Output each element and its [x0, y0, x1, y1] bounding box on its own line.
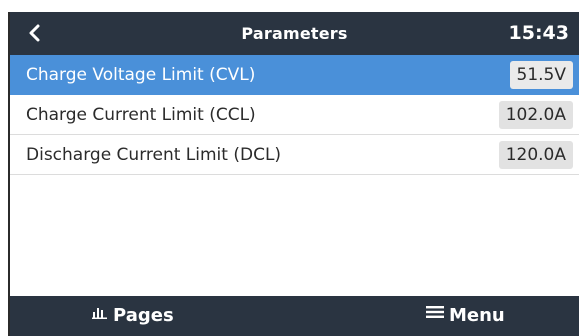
page-title: Parameters	[241, 24, 348, 43]
screen: Parameters 15:43 Charge Voltage Limit (C…	[8, 12, 579, 336]
list-item-value: 51.5V	[509, 61, 573, 89]
list-item-dcl[interactable]: Discharge Current Limit (DCL) 120.0A	[10, 135, 579, 175]
list-item-label: Charge Voltage Limit (CVL)	[26, 65, 256, 85]
bar-chart-icon	[92, 294, 108, 334]
list-item-ccl[interactable]: Charge Current Limit (CCL) 102.0A	[10, 95, 579, 135]
top-bar: Parameters 15:43	[10, 12, 579, 55]
menu-button[interactable]: Menu	[426, 296, 505, 336]
list-item-value: 102.0A	[498, 101, 573, 129]
list-item-label: Charge Current Limit (CCL)	[26, 105, 256, 125]
parameter-list: Charge Voltage Limit (CVL) 51.5V Charge …	[10, 55, 579, 175]
bottom-bar: Pages Menu	[10, 296, 579, 336]
list-item-cvl[interactable]: Charge Voltage Limit (CVL) 51.5V	[10, 55, 579, 95]
clock: 15:43	[508, 22, 569, 44]
pages-button[interactable]: Pages	[92, 296, 174, 336]
hamburger-menu-icon	[426, 294, 444, 334]
menu-label: Menu	[449, 305, 505, 326]
pages-label: Pages	[113, 305, 174, 326]
list-item-value: 120.0A	[498, 141, 573, 169]
list-item-label: Discharge Current Limit (DCL)	[26, 145, 282, 165]
